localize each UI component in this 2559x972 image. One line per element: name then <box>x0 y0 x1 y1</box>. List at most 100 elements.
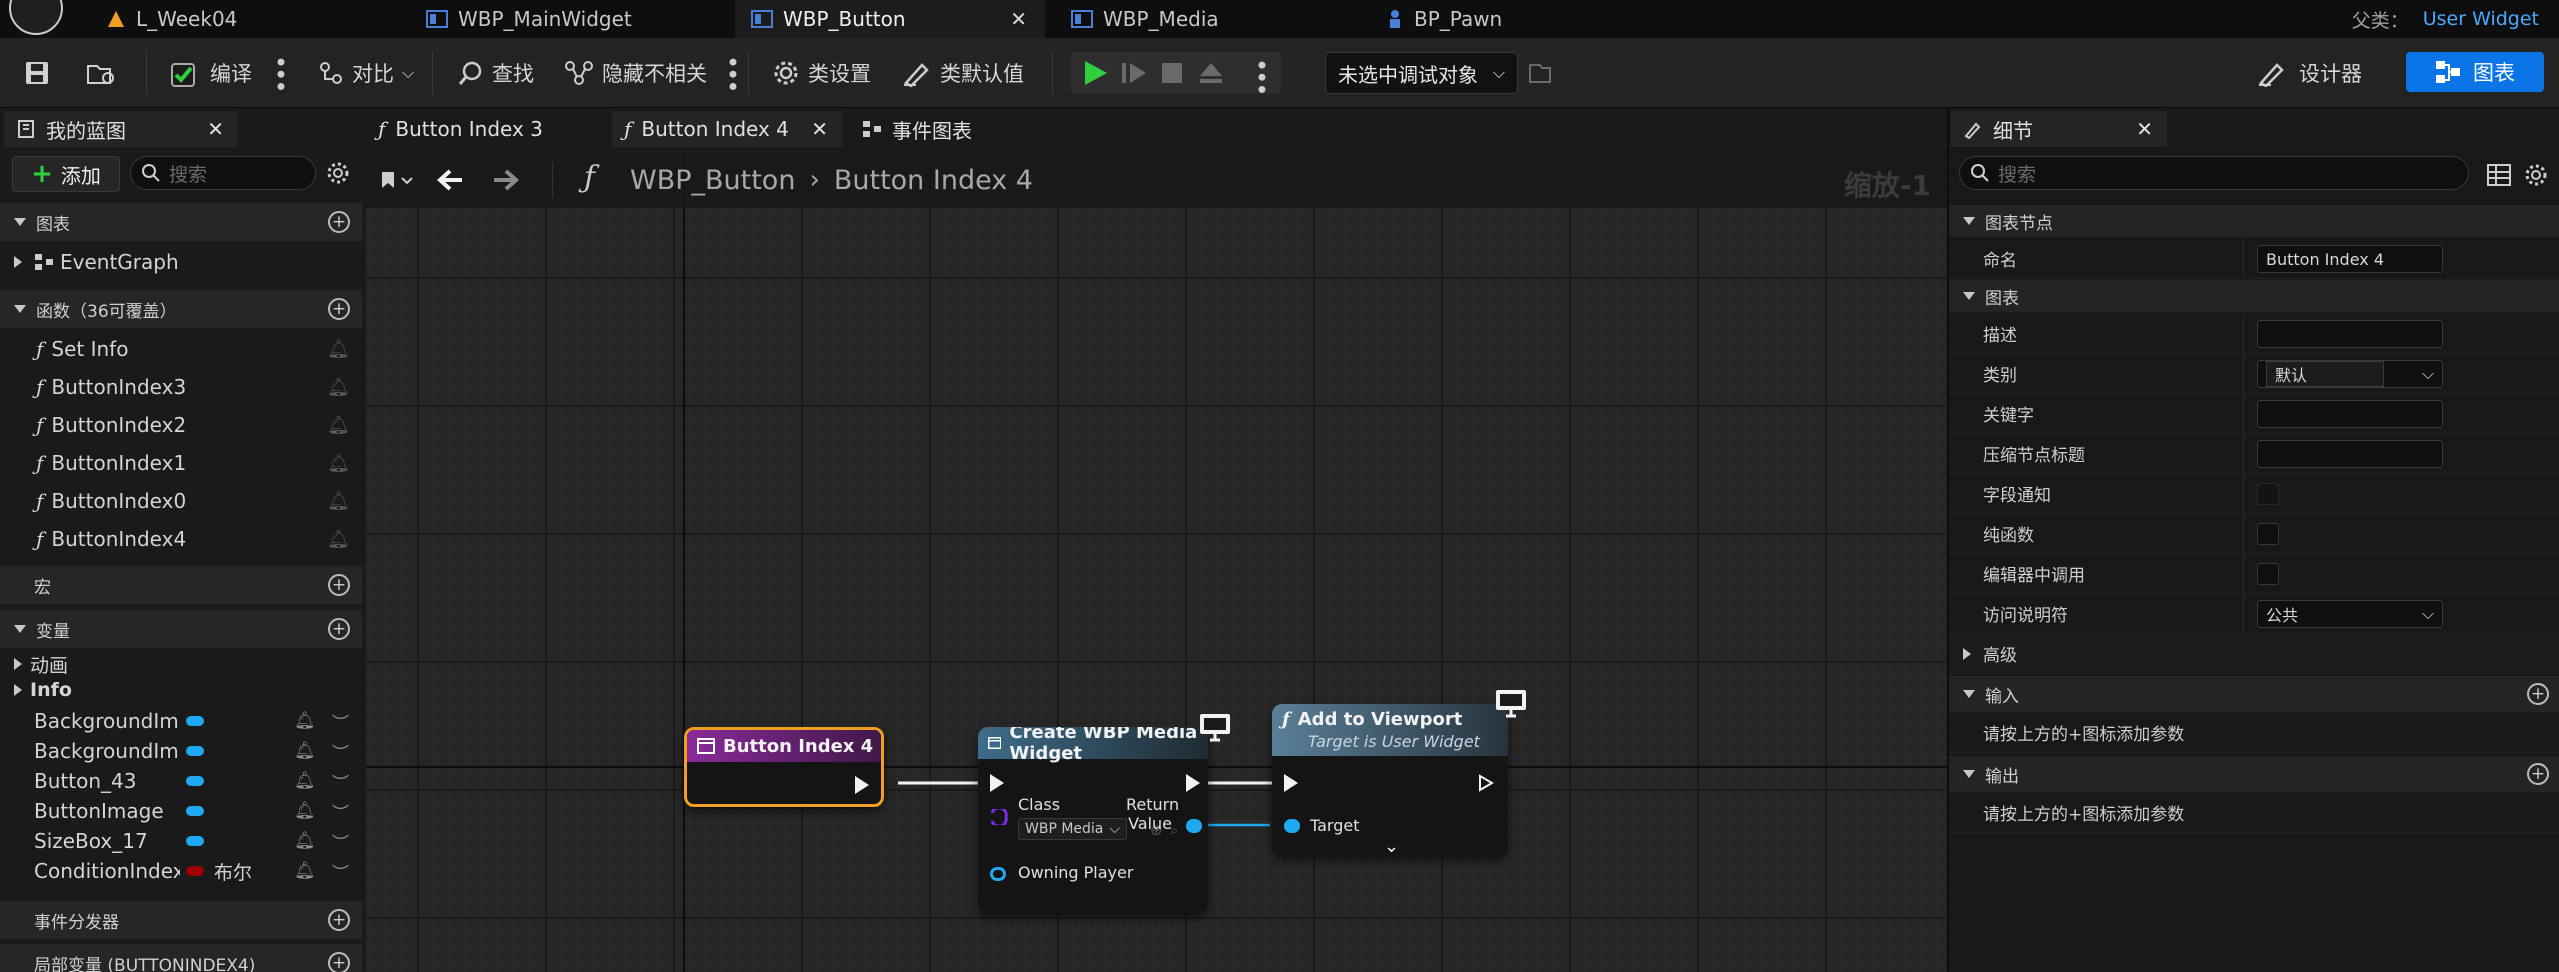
tab-l-week04[interactable]: L_Week04 <box>90 0 253 38</box>
return-value-pin[interactable] <box>1186 819 1202 833</box>
table-view-icon[interactable] <box>2487 164 2511 186</box>
bell-icon[interactable]: 🔔︎ <box>327 491 350 512</box>
class-settings-button[interactable]: 类设置 <box>772 38 871 108</box>
diff-button[interactable]: 对比 ⌵ <box>318 38 414 108</box>
section-local-variables[interactable]: 局部变量 (BUTTONINDEX4) + <box>0 944 362 972</box>
section-graph[interactable]: 图表 <box>1949 280 2559 312</box>
category-value[interactable]: 默认 <box>2266 361 2384 387</box>
section-graphs[interactable]: 图表 + <box>0 203 362 241</box>
variable-group-info[interactable]: Info <box>0 677 362 703</box>
details-tab[interactable]: 细节 ✕ <box>1951 111 2167 147</box>
add-input-icon[interactable]: + <box>2527 683 2549 705</box>
graph-canvas[interactable]: Button Index 4 Create WBP Media Widget C… <box>366 152 1947 972</box>
more-options-icon[interactable]: ••• <box>1247 58 1275 94</box>
eye-closed-icon[interactable]: ︶ <box>332 829 349 854</box>
class-defaults-button[interactable]: 类默认值 <box>902 38 1024 108</box>
function-list-item[interactable]: ƒ ButtonIndex2 🔔︎ <box>0 407 362 443</box>
breadcrumb-function[interactable]: Button Index 4 <box>834 165 1033 196</box>
field-notify-checkbox[interactable] <box>2257 483 2279 505</box>
parent-class-link[interactable]: User Widget <box>2423 8 2539 30</box>
exec-input-pin[interactable] <box>990 774 1004 792</box>
designer-mode-button[interactable]: 设计器 <box>2257 52 2383 94</box>
breadcrumb-blueprint[interactable]: WBP_Button <box>630 165 795 196</box>
eye-closed-icon[interactable]: ︶ <box>332 799 349 824</box>
add-local-variable-icon[interactable]: + <box>328 952 350 972</box>
close-icon[interactable]: ✕ <box>1010 7 1027 31</box>
details-search-input[interactable]: 搜索 <box>1959 156 2469 190</box>
add-macro-icon[interactable]: + <box>328 574 350 596</box>
gear-icon[interactable] <box>2523 162 2549 188</box>
bell-icon[interactable]: 🔔︎ <box>294 831 316 851</box>
keywords-field[interactable] <box>2257 400 2443 428</box>
section-inputs[interactable]: 输入 + <box>1949 676 2559 712</box>
save-icon[interactable] <box>24 60 50 86</box>
bell-icon[interactable]: 🔔︎ <box>294 711 316 731</box>
play-icon[interactable] <box>1081 60 1109 86</box>
add-to-viewport-node[interactable]: ƒ Add to Viewport Target is User Widget … <box>1272 704 1508 856</box>
compile-options-button[interactable]: ••• <box>266 38 294 108</box>
variable-group-animation[interactable]: 动画 <box>0 651 362 677</box>
eye-closed-icon[interactable]: ︶ <box>332 709 349 734</box>
back-arrow-icon[interactable] <box>436 168 464 192</box>
close-icon[interactable]: ✕ <box>811 117 828 141</box>
tab-wbp-button[interactable]: WBP_Button ✕ <box>735 0 1045 38</box>
add-graph-icon[interactable]: + <box>328 211 350 233</box>
class-select[interactable]: WBP Media ⌵ <box>1018 818 1128 840</box>
section-macros[interactable]: 宏 + <box>0 566 362 604</box>
class-pin-icon[interactable] <box>990 809 1008 825</box>
function-entry-node[interactable]: Button Index 4 <box>684 727 884 807</box>
bell-icon[interactable]: 🔔︎ <box>327 453 350 474</box>
create-widget-node[interactable]: Create WBP Media Widget Class WBP Media … <box>978 727 1208 913</box>
section-graph-node[interactable]: 图表节点 <box>1949 205 2559 237</box>
section-event-dispatchers[interactable]: 事件分发器 + <box>0 901 362 939</box>
close-icon[interactable]: ✕ <box>207 117 224 141</box>
my-blueprint-tab[interactable]: 我的蓝图 ✕ <box>4 111 238 147</box>
compile-button[interactable]: 编译 <box>170 38 252 108</box>
variable-list-item[interactable]: ButtonImage 🔔︎ ︶ <box>0 796 362 826</box>
category-combo[interactable]: 默认 ⌵ <box>2257 360 2443 388</box>
eye-closed-icon[interactable]: ︶ <box>332 859 349 884</box>
bookmark-icon[interactable] <box>380 170 414 190</box>
find-button[interactable]: 查找 <box>458 38 534 108</box>
compact-title-field[interactable] <box>2257 440 2443 468</box>
close-icon[interactable]: ✕ <box>2136 117 2153 141</box>
bell-icon[interactable]: 🔔︎ <box>294 741 316 761</box>
exec-output-pin[interactable] <box>1186 774 1200 792</box>
bell-icon[interactable]: 🔔︎ <box>327 339 350 360</box>
debug-object-select[interactable]: 未选中调试对象 ⌵ <box>1325 52 1518 94</box>
graph-tab-button-index-4[interactable]: ƒ Button Index 4 ✕ <box>612 111 842 147</box>
graph-tab-event-graph[interactable]: 事件图表 <box>850 111 1030 147</box>
add-button[interactable]: + 添加 <box>12 156 120 192</box>
variable-list-item[interactable]: BackgroundImage 🔔︎ ︶ <box>0 736 362 766</box>
eye-closed-icon[interactable]: ︶ <box>332 769 349 794</box>
add-variable-icon[interactable]: + <box>328 618 350 640</box>
section-functions[interactable]: 函数（36可覆盖） + <box>0 290 362 328</box>
bell-icon[interactable]: 🔔︎ <box>327 415 350 436</box>
gear-icon[interactable] <box>325 160 351 186</box>
variable-list-item[interactable]: Button_43 🔔︎ ︶ <box>0 766 362 796</box>
function-list-item[interactable]: ƒ ButtonIndex0 🔔︎ <box>0 483 362 519</box>
step-icon[interactable] <box>1121 62 1147 84</box>
variable-list-item[interactable]: SizeBox_17 🔔︎ ︶ <box>0 826 362 856</box>
pure-checkbox[interactable] <box>2257 523 2279 545</box>
tab-wbp-media[interactable]: WBP_Media <box>1055 0 1235 38</box>
forward-arrow-icon[interactable] <box>492 168 520 192</box>
chevron-down-icon[interactable]: ⌄ <box>1384 836 1399 856</box>
add-output-icon[interactable]: + <box>2527 763 2549 785</box>
variable-list-item[interactable]: BackgroundImage 🔔︎ ︶ <box>0 706 362 736</box>
bell-icon[interactable]: 🔔︎ <box>327 529 350 550</box>
function-list-item[interactable]: ƒ ButtonIndex1 🔔︎ <box>0 445 362 481</box>
debug-filter-icon[interactable] <box>1528 62 1552 84</box>
function-list-item[interactable]: ƒ ButtonIndex4 🔔︎ <box>0 521 362 557</box>
hide-unrelated-button[interactable]: 隐藏不相关 <box>564 38 707 108</box>
add-dispatcher-icon[interactable]: + <box>328 909 350 931</box>
function-list-item[interactable]: ƒ ButtonIndex3 🔔︎ <box>0 369 362 405</box>
name-field[interactable]: Button Index 4 <box>2257 245 2443 273</box>
owning-player-pin[interactable] <box>990 867 1006 881</box>
stop-icon[interactable] <box>1161 62 1183 84</box>
chevron-down-icon[interactable]: ⌵ <box>2422 364 2434 384</box>
bell-icon[interactable]: 🔔︎ <box>294 771 316 791</box>
function-list-item[interactable]: ƒ Set Info 🔔︎ <box>0 331 362 367</box>
exec-input-pin[interactable] <box>1284 774 1298 792</box>
call-in-editor-checkbox[interactable] <box>2257 563 2279 585</box>
